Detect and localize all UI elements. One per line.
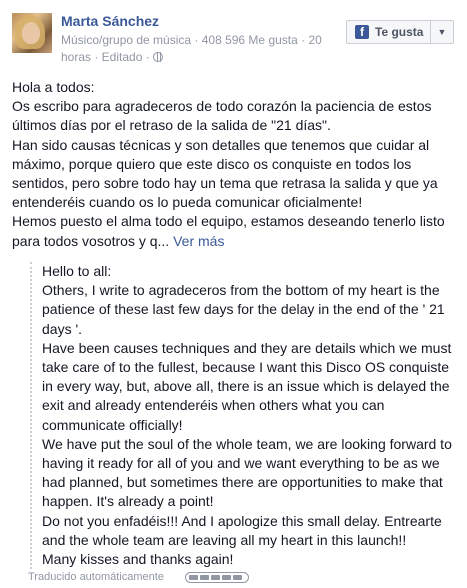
- post-body: Hola a todos: Os escribo para agradecero…: [12, 78, 457, 251]
- translation-block: Hello to all: Others, I write to agradec…: [30, 262, 460, 570]
- like-page-button[interactable]: f Te gusta ▼: [346, 20, 454, 44]
- globe-icon[interactable]: [153, 52, 164, 62]
- author-name[interactable]: Marta Sánchez: [61, 12, 159, 30]
- rating-segment[interactable]: [200, 575, 209, 580]
- facebook-icon: f: [355, 25, 369, 39]
- avatar-face: [22, 22, 40, 44]
- avatar[interactable]: [12, 13, 52, 53]
- auto-translated-label: Traducido automáticamente: [28, 571, 164, 583]
- chevron-down-icon[interactable]: ▼: [431, 27, 453, 37]
- post-text: Hola a todos: Os escribo para agradecero…: [12, 79, 445, 249]
- translated-text: Hello to all: Others, I write to agradec…: [42, 263, 452, 568]
- rating-segment[interactable]: [233, 575, 242, 580]
- rating-segment[interactable]: [222, 575, 231, 580]
- facebook-post: Marta Sánchez Músico/grupo de música · 4…: [0, 0, 467, 588]
- rating-segment[interactable]: [189, 575, 198, 580]
- like-button-label: Te gusta: [375, 25, 424, 39]
- translation-rating[interactable]: [185, 572, 249, 583]
- post-meta: Músico/grupo de música · 408 596 Me gust…: [61, 32, 331, 66]
- see-more-link[interactable]: Ver más: [173, 233, 224, 249]
- rating-segment[interactable]: [211, 575, 220, 580]
- meta-text: Músico/grupo de música · 408 596 Me gust…: [61, 33, 322, 64]
